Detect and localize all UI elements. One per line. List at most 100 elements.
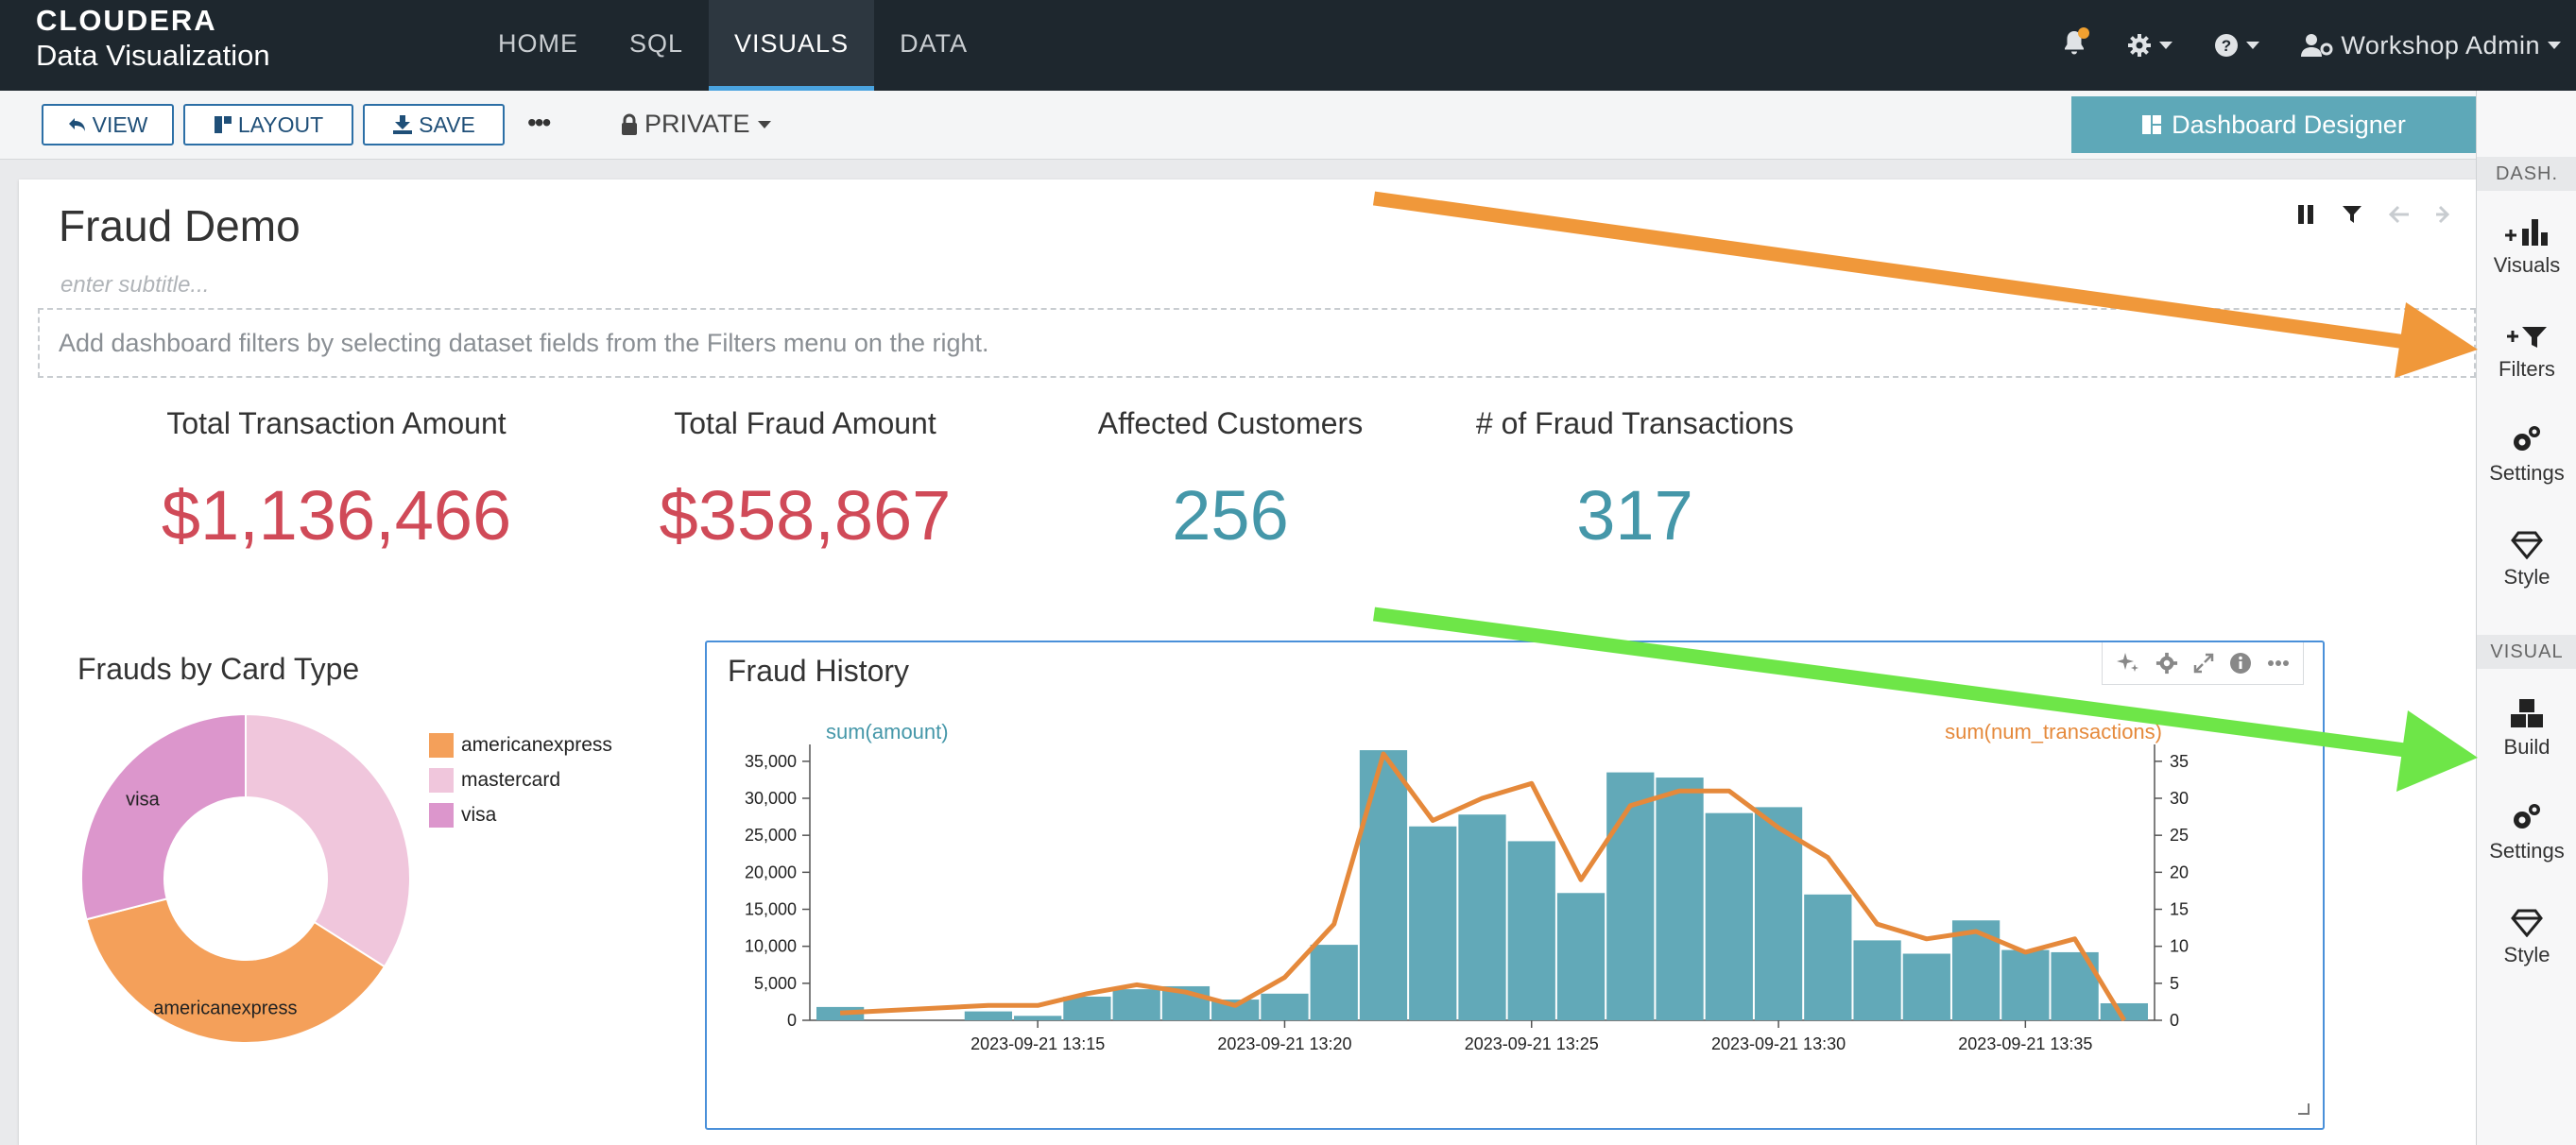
legend-swatch [429, 732, 454, 758]
settings-menu-button[interactable] [2127, 33, 2173, 58]
legend-item[interactable]: americanexpress [429, 727, 612, 762]
y-tick-label-left: 5,000 [754, 974, 797, 993]
y-tick-label-right: 10 [2170, 937, 2189, 956]
pie-slice-visa[interactable] [80, 712, 247, 921]
download-icon [393, 115, 413, 134]
save-button[interactable]: SAVE [363, 104, 505, 145]
forward-arrow-icon[interactable] [2436, 205, 2449, 224]
top-nav-bar: CLOUDERA Data Visualization HOME SQL VIS… [0, 0, 2576, 91]
resize-handle[interactable] [2298, 1103, 2310, 1115]
layout-icon [214, 116, 232, 133]
nav-home[interactable]: HOME [472, 0, 604, 91]
sidebar-item-visual-style[interactable]: Style [2477, 899, 2576, 967]
view-button[interactable]: VIEW [42, 104, 174, 145]
kpi-affected-customers[interactable]: Affected Customers 256 [1041, 406, 1419, 555]
y-tick-label-left: 0 [787, 1011, 797, 1030]
chevron-down-icon [2246, 42, 2260, 49]
legend-label: americanexpress [461, 733, 612, 756]
sidebar-item-filters[interactable]: Filters [2477, 314, 2576, 382]
y-tick-label-right: 15 [2170, 900, 2189, 919]
designer-sidebar: DASH. Visuals Filters Settings Style VIS… [2476, 91, 2576, 1145]
amount-bar[interactable] [1310, 945, 1358, 1020]
y-tick-label-left: 30,000 [745, 789, 797, 808]
sidebar-item-dash-style[interactable]: Style [2477, 521, 2576, 590]
more-options-button[interactable]: ••• [527, 108, 551, 138]
legend-label: visa [461, 803, 497, 826]
help-menu-button[interactable]: ? [2214, 33, 2260, 58]
dashboard-designer-button[interactable]: Dashboard Designer [2071, 96, 2476, 153]
save-button-label: SAVE [419, 111, 475, 137]
kpi-value: 317 [1576, 476, 1693, 555]
amount-bar[interactable] [964, 1011, 1013, 1020]
fraud-history-visual[interactable]: Fraud History sum(amount) sum(num_transa… [705, 641, 2325, 1130]
nav-visuals[interactable]: VISUALS [709, 0, 875, 91]
sidebar-dash-header: DASH. [2477, 157, 2576, 191]
sidebar-item-visual-settings[interactable]: Settings [2477, 795, 2576, 863]
kpi-total-transaction-amount[interactable]: Total Transaction Amount $1,136,466 [147, 406, 525, 555]
dashboard-controls [2296, 204, 2476, 225]
amount-bar[interactable] [1804, 894, 1852, 1020]
sidebar-item-dash-settings[interactable]: Settings [2477, 418, 2576, 486]
back-arrow-icon[interactable] [2389, 205, 2410, 224]
kpi-value: $1,136,466 [161, 476, 512, 555]
pie-slice-mastercard[interactable] [245, 712, 411, 968]
amount-bar[interactable] [1014, 1016, 1062, 1020]
filter-drop-zone[interactable]: Add dashboard filters by selecting datas… [38, 308, 2476, 378]
amount-bar[interactable] [1853, 940, 1901, 1020]
amount-bar[interactable] [1507, 841, 1555, 1020]
layout-button-label: LAYOUT [237, 111, 324, 137]
subtitle-input[interactable]: enter subtitle... [60, 272, 209, 299]
y-tick-label-left: 20,000 [745, 863, 797, 881]
amount-bar[interactable] [1112, 989, 1160, 1020]
amount-bar[interactable] [1063, 996, 1111, 1020]
amount-bar[interactable] [1705, 812, 1753, 1020]
app-logo[interactable]: CLOUDERA Data Visualization [36, 4, 270, 74]
layout-button[interactable]: LAYOUT [183, 104, 353, 145]
y-tick-label-right: 35 [2170, 752, 2189, 771]
dashboard-title[interactable]: Fraud Demo [59, 200, 301, 251]
amount-bar[interactable] [2001, 949, 2050, 1020]
dashboard-icon [2142, 115, 2162, 134]
amount-bar[interactable] [1261, 993, 1309, 1020]
sidebar-item-label: Build [2503, 735, 2550, 759]
amount-bar[interactable] [1359, 750, 1408, 1020]
amount-bar[interactable] [1458, 814, 1506, 1020]
nav-sql[interactable]: SQL [604, 0, 709, 91]
gears-icon [2514, 804, 2540, 829]
kpi-label: Total Fraud Amount [674, 406, 936, 440]
svg-text:?: ? [2222, 37, 2231, 55]
notification-dot [2078, 26, 2090, 39]
cubes-icon [2511, 699, 2543, 727]
dashboard-canvas: Fraud Demo enter subtitle... Add dashboa… [19, 179, 2476, 1145]
filter-icon[interactable] [2342, 204, 2362, 225]
sidebar-item-visuals[interactable]: Visuals [2477, 210, 2576, 278]
chevron-down-icon [757, 120, 771, 128]
amount-bar[interactable] [1409, 826, 1457, 1020]
help-icon: ? [2215, 34, 2239, 57]
gears-icon [2514, 426, 2540, 451]
user-name: Workshop Admin [2341, 30, 2540, 60]
sidebar-item-build[interactable]: Build [2477, 692, 2576, 760]
notifications-button[interactable] [2063, 26, 2090, 61]
x-tick-label: 2023-09-21 13:15 [970, 1034, 1105, 1053]
legend-item[interactable]: visa [429, 797, 612, 832]
add-chart-icon [2505, 219, 2548, 246]
pie-slice-label: americanexpress [153, 998, 297, 1018]
frauds-by-card-type-chart[interactable]: americanexpress visa [57, 690, 435, 1068]
kpi-fraud-transactions[interactable]: # of Fraud Transactions 317 [1427, 406, 1843, 555]
privacy-label: PRIVATE [644, 110, 750, 138]
amount-bar[interactable] [1656, 778, 1704, 1020]
sidebar-item-label: Filters [2499, 357, 2555, 381]
pie-slice-label: visa [126, 789, 160, 810]
user-menu-button[interactable]: Workshop Admin [2301, 31, 2561, 60]
nav-data[interactable]: DATA [874, 0, 993, 91]
privacy-dropdown[interactable]: PRIVATE [620, 110, 771, 139]
kpi-total-fraud-amount[interactable]: Total Fraud Amount $358,867 [616, 406, 994, 555]
legend-swatch [429, 767, 454, 793]
pause-icon[interactable] [2296, 204, 2315, 225]
legend-item[interactable]: mastercard [429, 762, 612, 797]
y-tick-label-left: 15,000 [745, 900, 797, 919]
y-tick-label-right: 0 [2170, 1011, 2179, 1030]
amount-bar[interactable] [1902, 953, 1950, 1021]
amount-bar[interactable] [1556, 893, 1606, 1020]
